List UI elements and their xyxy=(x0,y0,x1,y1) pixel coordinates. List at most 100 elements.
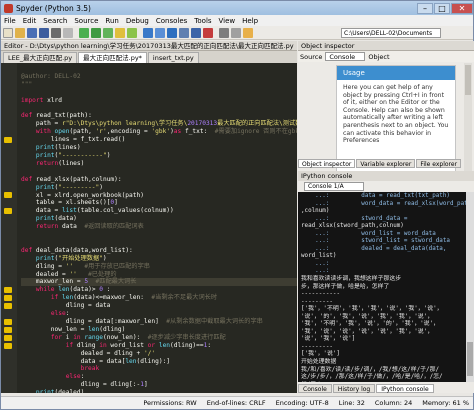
menu-search[interactable]: Search xyxy=(43,17,67,25)
code-line[interactable]: dling = data[:maxwor_len] #从剩余数据中截取最大词长的… xyxy=(21,318,297,326)
code-line[interactable]: dling = dling[:-1] xyxy=(21,381,297,389)
python-path-icon[interactable] xyxy=(243,27,253,38)
tab-file-explorer[interactable]: File explorer xyxy=(416,159,462,168)
tab-insert-txt[interactable]: insert_txt.py xyxy=(147,52,199,63)
working-directory-input[interactable]: C:\Users\DELL-02\Documents xyxy=(341,28,441,38)
menu-source[interactable]: Source xyxy=(74,17,98,25)
tab-ipython-console[interactable]: IPython console xyxy=(376,384,434,393)
code-line[interactable]: with open(path, 'r',encoding = 'gbk')as … xyxy=(21,128,297,136)
code-line[interactable]: def deal_data(data,word_list): xyxy=(21,247,297,255)
save-all-icon[interactable] xyxy=(39,27,49,38)
code-line[interactable]: table = xl.sheets()[0] xyxy=(21,199,297,207)
code-line[interactable]: print("---------") xyxy=(21,184,297,192)
menu-edit[interactable]: Edit xyxy=(23,17,37,25)
ipython-console[interactable]: ...: data = read_txt(txt_path) ...: word… xyxy=(298,192,466,382)
code-line[interactable] xyxy=(21,168,297,176)
help-scroll-thumb[interactable] xyxy=(465,65,471,95)
code-line[interactable]: return data #返回读取的匹配词表 xyxy=(21,223,297,231)
tab-object-inspector[interactable]: Object inspector xyxy=(298,159,356,168)
run-cell-icon[interactable] xyxy=(91,27,101,38)
tab-max-forward-match[interactable]: 最大正向匹配法.py* xyxy=(78,52,147,63)
menu-view[interactable]: View xyxy=(219,17,236,25)
code-line[interactable]: print(dealed) xyxy=(21,389,297,393)
tab-variable-explorer[interactable]: Variable explorer xyxy=(356,159,416,168)
code-line[interactable]: break xyxy=(21,365,297,373)
code-line[interactable] xyxy=(21,89,297,97)
warning-marker-icon[interactable] xyxy=(4,303,12,309)
stop-debug-icon[interactable] xyxy=(203,27,213,38)
open-folder-icon[interactable] xyxy=(15,27,25,38)
tab-history-log[interactable]: History log xyxy=(332,384,376,393)
code-line[interactable]: import xlrd xyxy=(21,97,297,105)
code-line[interactable]: data = data[len(dling):] xyxy=(21,358,297,366)
warning-marker-icon[interactable] xyxy=(4,192,12,199)
code-line[interactable] xyxy=(21,105,297,113)
run-icon[interactable] xyxy=(79,27,89,38)
menu-file[interactable]: File xyxy=(4,17,16,25)
menu-debug[interactable]: Debug xyxy=(126,17,149,25)
code-editor[interactable]: @author: DELL-02 """ import xlrd def read… xyxy=(1,63,297,393)
code-line[interactable]: print("开始处理数据") xyxy=(21,255,297,263)
warning-marker-icon[interactable] xyxy=(4,326,12,333)
code-line[interactable]: return(lines) xyxy=(21,160,297,168)
code-line[interactable] xyxy=(21,239,297,247)
debug-icon[interactable] xyxy=(143,27,153,38)
continue-icon[interactable] xyxy=(191,27,201,38)
source-select[interactable]: Console xyxy=(325,52,366,61)
code-line[interactable]: dling = data xyxy=(21,302,297,310)
step-icon[interactable] xyxy=(155,27,165,38)
code-line[interactable]: data = list(table.col_values(colnum)) xyxy=(21,207,297,215)
step-into-icon[interactable] xyxy=(167,27,177,38)
code-text[interactable]: @author: DELL-02 """ import xlrd def read… xyxy=(21,65,297,393)
code-line[interactable] xyxy=(21,65,297,73)
code-line[interactable]: else: xyxy=(21,373,297,381)
code-line[interactable]: xl = xlrd.open_workbook(path) xyxy=(21,192,297,200)
code-line[interactable]: print(data) xyxy=(21,215,297,223)
code-line[interactable]: for i in range(now_len): #逐步减少字串长度进行匹配 xyxy=(21,334,297,342)
code-line[interactable]: def read_xlsx(path,colnum): xyxy=(21,176,297,184)
code-line[interactable]: maxwor_len = 5 #匹配最大词长 xyxy=(21,278,297,287)
code-line[interactable] xyxy=(21,231,297,239)
tab-console[interactable]: Console xyxy=(298,384,332,393)
warning-marker-icon[interactable] xyxy=(4,137,12,144)
preferences-icon[interactable] xyxy=(231,27,241,38)
new-file-icon[interactable] xyxy=(3,27,13,38)
code-line[interactable]: dealed = dling + '/' xyxy=(21,350,297,358)
warning-marker-icon[interactable] xyxy=(4,334,12,341)
console-line: ...: stword_data = xyxy=(301,215,408,222)
console-tab[interactable]: Console 1/A xyxy=(304,182,364,191)
warning-marker-icon[interactable] xyxy=(4,342,12,349)
maximize-icon[interactable]: □ xyxy=(434,2,450,14)
tab-lee-max-match[interactable]: LEE_最大正向匹配.py xyxy=(3,52,78,63)
print-icon[interactable] xyxy=(51,27,61,38)
menu-tools[interactable]: Tools xyxy=(194,17,211,25)
menu-help[interactable]: Help xyxy=(242,17,258,25)
menu-consoles[interactable]: Consoles xyxy=(156,17,187,25)
code-line[interactable]: if dling in word_list or len(dling)==1: xyxy=(21,342,297,350)
code-line[interactable]: @author: DELL-02 xyxy=(21,73,297,81)
find-icon[interactable] xyxy=(63,27,73,38)
code-line[interactable]: """ xyxy=(21,81,297,89)
warning-marker-icon[interactable] xyxy=(4,287,12,294)
warning-marker-icon[interactable] xyxy=(4,295,12,302)
run-cell-advance-icon[interactable] xyxy=(103,27,113,38)
close-icon[interactable]: ✕ xyxy=(451,2,473,14)
menu-run[interactable]: Run xyxy=(105,17,118,25)
code-line[interactable]: print("-----------") xyxy=(21,152,297,160)
code-line[interactable]: print(lines) xyxy=(21,144,297,152)
code-line[interactable]: else: xyxy=(21,310,297,318)
code-line[interactable]: dling = '' #用于存放已匹配的字串 xyxy=(21,263,297,271)
rerun-icon[interactable] xyxy=(127,27,137,38)
console-scroll-thumb[interactable] xyxy=(467,342,473,376)
maximize-pane-icon[interactable] xyxy=(219,27,229,38)
console-scrollbar[interactable] xyxy=(466,192,474,382)
step-return-icon[interactable] xyxy=(179,27,189,38)
code-line[interactable]: if len(data)<=maxwor_len: #当剩余不足最大词长时 xyxy=(21,294,297,302)
minimize-icon[interactable]: – xyxy=(417,2,433,14)
warning-marker-icon[interactable] xyxy=(4,208,12,215)
code-line[interactable]: lines = f_txt.read() xyxy=(21,136,297,144)
code-line[interactable]: now_len = len(dling) xyxy=(21,326,297,334)
warning-marker-icon[interactable] xyxy=(4,318,12,325)
run-selection-icon[interactable] xyxy=(115,27,125,38)
save-icon[interactable] xyxy=(27,27,37,38)
